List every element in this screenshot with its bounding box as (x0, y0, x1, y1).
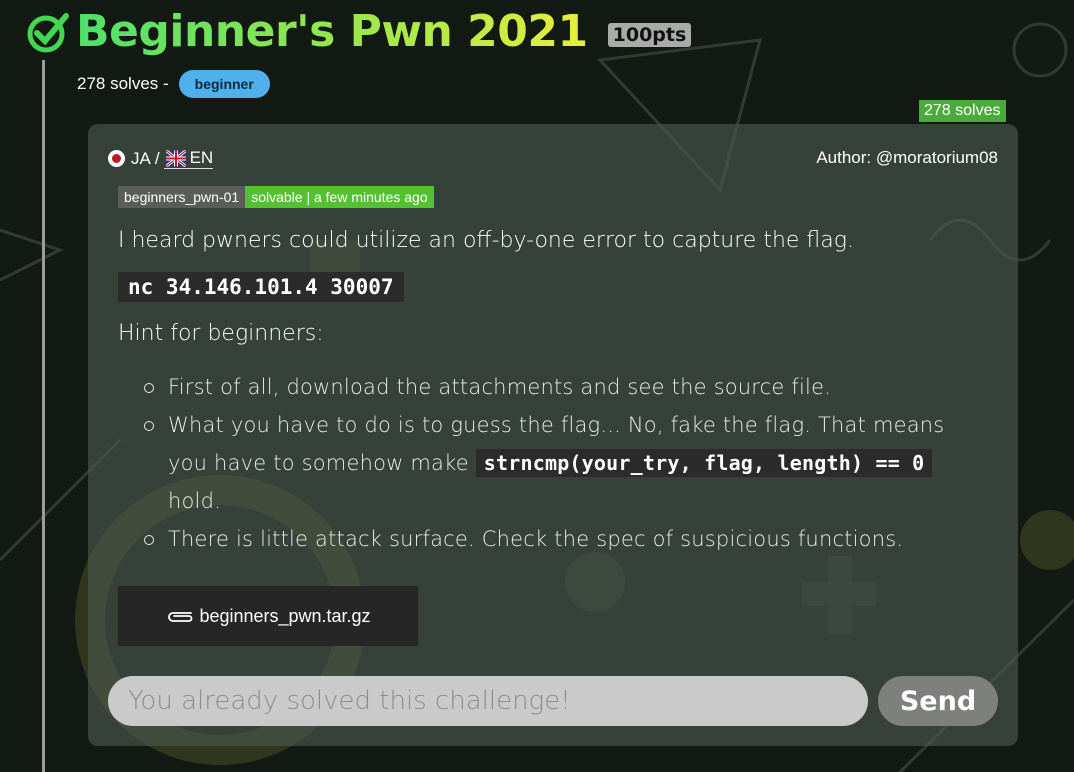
challenge-description: I heard pwners could utilize an off-by-o… (118, 228, 854, 253)
language-switcher: JA / EN (108, 148, 214, 169)
author-label: Author: @moratorium08 (816, 148, 998, 167)
challenge-header: Beginner's Pwn 2021 100pts (26, 6, 692, 57)
lang-ja-link[interactable]: JA (131, 149, 151, 169)
status-badge: beginners_pwn-01 solvable | a few minute… (118, 186, 434, 208)
challenge-id: beginners_pwn-01 (118, 186, 246, 208)
hint-text: First of all, download the attachments a… (168, 375, 832, 399)
hint-item: What you have to do is to guess the flag… (144, 406, 974, 520)
solves-count: 278 solves - (77, 74, 169, 93)
status-text: solvable | a few minutes ago (245, 186, 434, 208)
paperclip-icon (168, 612, 193, 622)
solves-badge: 278 solves (919, 100, 1006, 122)
points-badge: 100pts (607, 22, 692, 47)
send-button[interactable]: Send (878, 676, 998, 726)
hint-item: First of all, download the attachments a… (144, 368, 974, 406)
challenge-title: Beginner's Pwn 2021 (76, 6, 588, 57)
lang-en-link[interactable]: EN (163, 148, 214, 169)
hint-list: First of all, download the attachments a… (144, 368, 974, 558)
connection-command: nc 34.146.101.4 30007 (118, 272, 404, 302)
hint-title: Hint for beginners: (118, 321, 324, 346)
hint-text: There is little attack surface. Check th… (168, 527, 904, 551)
attachment-filename: beginners_pwn.tar.gz (199, 605, 371, 626)
timeline-line (42, 60, 45, 772)
challenge-meta: 278 solves - beginner (77, 70, 270, 98)
lang-separator: / (154, 148, 160, 168)
hint-item: There is little attack surface. Check th… (144, 520, 974, 558)
lang-en-label: EN (189, 148, 214, 167)
hint-text: hold. (168, 489, 221, 513)
uk-flag-icon (165, 149, 186, 167)
challenge-card: JA / EN Author: @moratorium08 beginners_… (88, 124, 1018, 746)
inline-code: strncmp(your_try, flag, length) == 0 (475, 449, 933, 477)
flag-input[interactable] (108, 676, 868, 726)
attachment-download-button[interactable]: beginners_pwn.tar.gz (118, 586, 418, 646)
check-icon (27, 12, 69, 52)
japan-flag-icon (108, 150, 125, 167)
tag-beginner[interactable]: beginner (178, 70, 270, 98)
